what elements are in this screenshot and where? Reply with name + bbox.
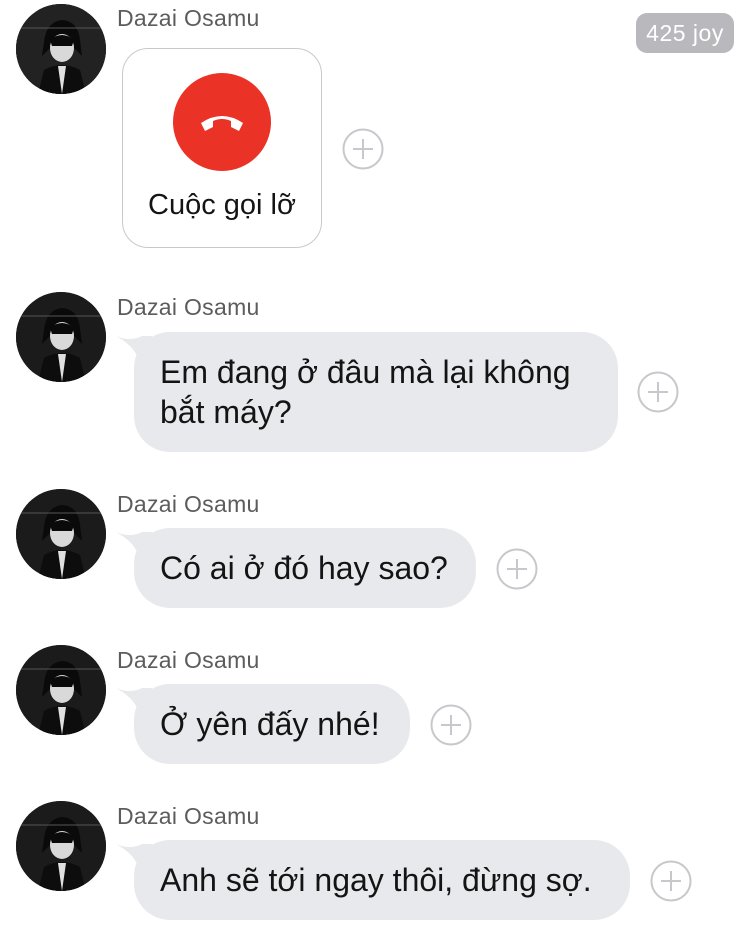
avatar-image: [16, 645, 106, 735]
avatar[interactable]: [16, 4, 106, 94]
add-reaction-plus-icon[interactable]: [496, 548, 538, 590]
avatar-image: [16, 489, 106, 579]
avatar-image: [16, 801, 106, 891]
message-text-line: bắt máy?: [160, 394, 292, 430]
sender-name: Dazai Osamu: [117, 647, 260, 673]
message-bubble[interactable]: Anh sẽ tới ngay thôi, đừng sợ.: [134, 840, 630, 920]
message-text-line: Ở yên đấy nhé!: [160, 706, 380, 742]
add-reaction-plus-icon[interactable]: [650, 860, 692, 902]
joy-counter-badge: 425 joy: [636, 13, 734, 53]
add-reaction-plus-icon[interactable]: [430, 704, 472, 746]
message-text-line: Có ai ở đó hay sao?: [160, 550, 448, 586]
message-text-line: Anh sẽ tới ngay thôi, đừng sợ.: [160, 862, 592, 898]
call-back-button[interactable]: [173, 73, 271, 171]
missed-call-card[interactable]: Cuộc gọi lỡ: [122, 48, 322, 248]
add-reaction-plus-icon[interactable]: [637, 371, 679, 413]
message-bubble[interactable]: Có ai ở đó hay sao?: [134, 528, 476, 608]
hangup-phone-icon: [201, 116, 243, 131]
sender-name: Dazai Osamu: [117, 803, 260, 829]
sender-name: Dazai Osamu: [117, 5, 260, 31]
sender-name: Dazai Osamu: [117, 491, 260, 517]
avatar-image: [16, 292, 106, 382]
message-bubble[interactable]: Em đang ở đâu mà lại không bắt máy?: [134, 332, 618, 452]
avatar[interactable]: [16, 645, 106, 735]
avatar-image: [16, 4, 106, 94]
message-text-line: Em đang ở đâu mà lại không: [160, 354, 571, 390]
message-bubble[interactable]: Ở yên đấy nhé!: [134, 684, 410, 764]
avatar[interactable]: [16, 292, 106, 382]
add-reaction-plus-icon[interactable]: [342, 128, 384, 170]
avatar[interactable]: [16, 489, 106, 579]
sender-name: Dazai Osamu: [117, 294, 260, 320]
missed-call-label: Cuộc gọi lỡ: [148, 189, 296, 221]
avatar[interactable]: [16, 801, 106, 891]
